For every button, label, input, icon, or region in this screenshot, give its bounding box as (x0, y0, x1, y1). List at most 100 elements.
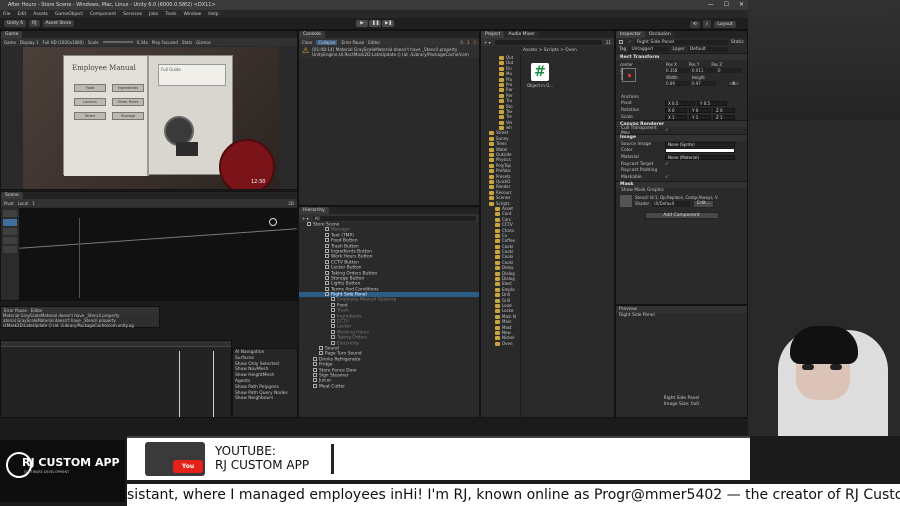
close-button[interactable]: ✕ (739, 1, 744, 8)
rotate-tool-icon[interactable] (3, 228, 17, 235)
tab-game[interactable]: Game (1, 31, 23, 38)
image-component-header[interactable]: Image (616, 133, 747, 141)
menu-services[interactable]: Services (123, 12, 142, 17)
account-button[interactable]: Unity 6 (4, 20, 27, 27)
2d-toggle[interactable]: 2D (288, 201, 294, 206)
shader-dropdown[interactable]: UI/Default (652, 201, 691, 207)
add-component-button[interactable]: Add Component (644, 212, 719, 220)
width-field[interactable]: 0.89 (666, 81, 690, 86)
manual-other-rules-button[interactable]: Other Rules (112, 98, 144, 106)
ai-nav-show-neighbours[interactable]: Show Neighbours (235, 396, 295, 402)
active-checkbox[interactable]: ✓ (628, 40, 632, 45)
timeline-panel[interactable] (0, 340, 232, 418)
tab-console[interactable]: Console (299, 31, 325, 38)
raycast-padding-row[interactable]: Raycast Padding (616, 167, 747, 174)
material-field[interactable]: None (Material) (665, 154, 735, 160)
pivot-dropdown[interactable]: Pivot (4, 201, 14, 206)
menu-gameobject[interactable]: GameObject (55, 12, 83, 17)
console-error-pause-button[interactable]: Error Pause (341, 40, 364, 45)
scale-tool-icon[interactable] (3, 237, 17, 244)
branch-button[interactable]: RJ (29, 20, 40, 27)
rotation-y-field[interactable]: Y 0 (689, 107, 711, 113)
cull-transparent-row[interactable]: Cull Transparent Mes ✓ (616, 126, 747, 136)
play-icon[interactable]: ▶ (356, 20, 368, 27)
pause-icon[interactable]: ❚❚ (369, 20, 381, 27)
object-name-field[interactable]: Right Side Panel (634, 39, 728, 45)
history-icon[interactable]: ⟲ (690, 20, 700, 28)
search-icon[interactable]: ⌕ (702, 20, 712, 28)
hierarchy-add-button[interactable]: + ▾ (302, 216, 309, 221)
manual-ingredients-button[interactable]: Ingredients (112, 84, 144, 92)
game-mode-dropdown[interactable]: Game (4, 40, 16, 45)
console-warning-count[interactable]: 1 (467, 40, 470, 45)
tab-audio-mixer[interactable]: Audio Mixer (504, 31, 539, 38)
pos-y-field[interactable]: 0.011 (692, 68, 716, 73)
minimize-button[interactable]: — (708, 1, 714, 8)
grid-size[interactable]: 1 (32, 201, 35, 206)
project-breadcrumb[interactable]: Assets > Scripts > Oven (523, 48, 577, 53)
rect-transform-header[interactable]: Rect Transform (616, 53, 747, 60)
anchors-row[interactable]: Anchors (616, 94, 747, 101)
rotation-z-field[interactable]: Z 0 (713, 107, 735, 113)
resolution-dropdown[interactable]: Full HD (1920x1080) (42, 40, 83, 45)
project-search[interactable] (494, 39, 602, 45)
pivot-y-field[interactable]: Y 0.5 (697, 101, 727, 107)
step-icon[interactable]: ▶❚ (382, 20, 394, 27)
scale-slider[interactable] (102, 41, 133, 43)
play-focused-dropdown[interactable]: Play Focused (152, 40, 178, 45)
asset-name[interactable]: Object in O... (527, 83, 553, 88)
maximize-button[interactable]: ☐ (724, 1, 729, 8)
menu-edit[interactable]: Edit (18, 12, 27, 17)
csharp-script-icon[interactable]: # (531, 63, 549, 81)
pos-x-field[interactable]: 0.358 (666, 68, 690, 73)
source-image-field[interactable]: None (Sprite) (665, 141, 735, 147)
layer-dropdown[interactable]: Default (687, 47, 728, 52)
tab-occlusion[interactable]: Occlusion (645, 31, 675, 38)
project-folder-item[interactable]: Oven (481, 341, 520, 346)
menu-file[interactable]: File (3, 12, 11, 17)
layout-dropdown[interactable]: Layout (714, 20, 736, 28)
menu-tools[interactable]: Tools (165, 12, 176, 17)
scale-y-field[interactable]: Y 1 (689, 114, 711, 120)
height-field[interactable]: 0.97 (692, 81, 716, 86)
floating-editor-dropdown[interactable]: Editor (31, 308, 43, 313)
console-entry[interactable]: ⚠ [01:08:14] Material GrayScaleMaterial … (299, 46, 479, 58)
hierarchy-item[interactable]: Meat Cutter (299, 383, 479, 389)
menu-jobs[interactable]: Jobs (149, 12, 158, 17)
console-clear-button[interactable]: Clear (302, 40, 312, 45)
menu-assets[interactable]: Assets (33, 12, 48, 17)
asset-store-button[interactable]: Asset Store (42, 20, 75, 27)
scale-x-field[interactable]: X 1 (665, 114, 687, 120)
rect-tool-icon[interactable] (3, 246, 17, 253)
raycast-target-checkbox[interactable]: ✓ (665, 162, 669, 167)
console-collapse-button[interactable]: Collapse (316, 39, 338, 45)
move-tool-icon[interactable] (3, 219, 17, 226)
manual-terms-button[interactable]: Terms (74, 112, 106, 120)
mask-component-header[interactable]: Mask (616, 180, 747, 188)
hand-tool-icon[interactable] (3, 210, 17, 217)
manual-lockers-button[interactable]: Lockers (74, 98, 106, 106)
console-log-count[interactable]: 0 (460, 40, 463, 45)
maskable-checkbox[interactable]: ✓ (665, 175, 669, 180)
scene-viewport[interactable] (19, 208, 297, 300)
menu-component[interactable]: Component (90, 12, 116, 17)
pos-z-field[interactable]: 0 (718, 68, 742, 73)
menu-help[interactable]: Help (208, 12, 218, 17)
menu-window[interactable]: Window (183, 12, 201, 17)
tab-project[interactable]: Project (481, 31, 505, 38)
action-wheel[interactable] (219, 139, 275, 189)
console-editor-dropdown[interactable]: Editor (368, 40, 380, 45)
tag-dropdown[interactable]: Untagged (629, 47, 670, 52)
timeline-end-marker[interactable] (213, 351, 214, 417)
preview-title[interactable]: Preview (616, 306, 747, 313)
project-add-button[interactable]: + ▾ (484, 40, 491, 45)
space-dropdown[interactable]: Local (18, 201, 28, 206)
raw-edit-button[interactable]: R (728, 81, 740, 87)
gizmos-button[interactable]: Gizmos (196, 40, 211, 45)
show-mask-graphic-row[interactable]: Show Mask Graphic (616, 188, 747, 195)
rotation-x-field[interactable]: X 0 (665, 107, 687, 113)
tab-scene[interactable]: Scene (1, 192, 23, 199)
manual-storage-button[interactable]: Storage (112, 112, 144, 120)
color-swatch[interactable] (665, 148, 735, 154)
gizmo-icon[interactable] (269, 218, 277, 226)
